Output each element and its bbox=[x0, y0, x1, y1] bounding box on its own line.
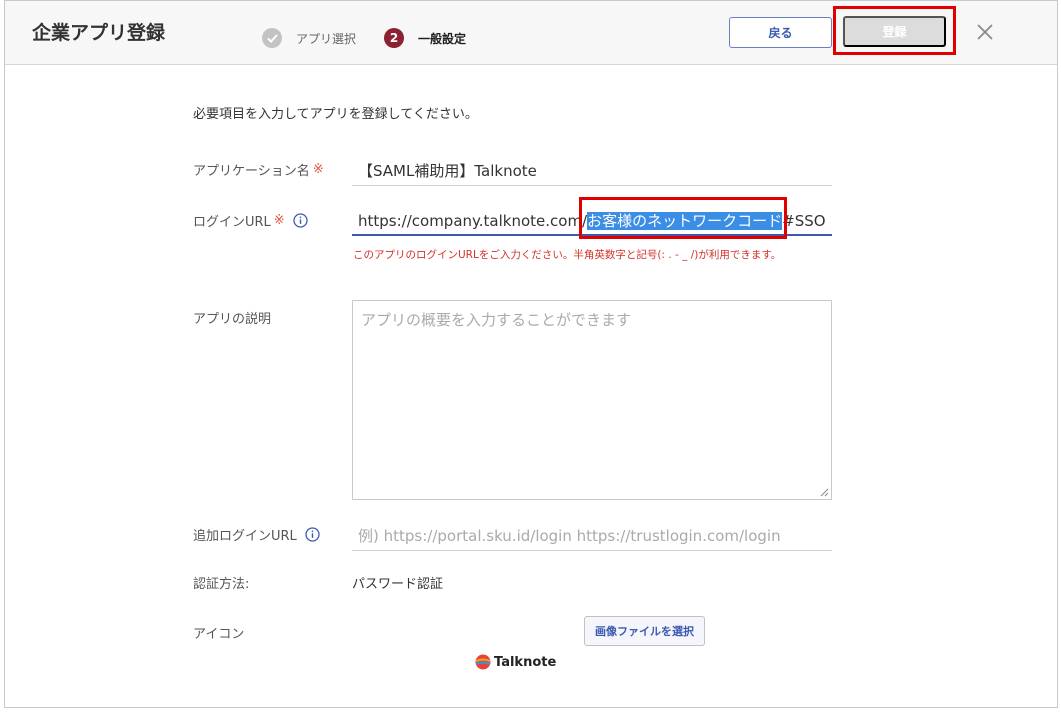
required-mark: ※ bbox=[273, 213, 285, 228]
label-text: 追加ログインURL bbox=[193, 529, 297, 544]
auth-method-value: パスワード認証 bbox=[352, 577, 444, 592]
dialog-title: 企業アプリ登録 bbox=[32, 22, 166, 44]
url-suffix: #SSO bbox=[782, 212, 826, 230]
input-placeholder: 例) https://portal.sku.id/login https://t… bbox=[358, 527, 781, 545]
input-value: 【SAML補助用】Talknote bbox=[358, 162, 537, 180]
label-text: アプリケーション名 bbox=[193, 164, 310, 179]
step-general-settings: 2 一般設定 bbox=[384, 28, 466, 48]
talknote-logo-icon bbox=[475, 654, 491, 670]
check-icon bbox=[262, 28, 282, 48]
label-text: ログインURL bbox=[193, 215, 271, 230]
url-prefix: https://company.talknote.com/ bbox=[358, 212, 588, 230]
extra-login-url-input[interactable]: 例) https://portal.sku.id/login https://t… bbox=[352, 519, 832, 551]
label-text: アイコン bbox=[193, 627, 245, 642]
step-number: 2 bbox=[384, 28, 404, 48]
textarea-placeholder: アプリの概要を入力することができます bbox=[361, 311, 632, 329]
login-url-hint: このアプリのログインURLをご入力ください。半角英数字と記号(: . - _ /… bbox=[353, 249, 782, 261]
app-name-input[interactable]: 【SAML補助用】Talknote bbox=[352, 154, 832, 186]
close-button[interactable] bbox=[972, 19, 998, 45]
label-text: アプリの説明 bbox=[193, 312, 272, 327]
app-name-label: アプリケーション名 ※ bbox=[193, 160, 324, 179]
info-icon[interactable] bbox=[305, 527, 320, 542]
login-url-label: ログインURL ※ bbox=[193, 211, 308, 230]
logo-text: Talknote bbox=[494, 654, 557, 670]
app-registration-dialog: 企業アプリ登録 アプリ選択 2 一般設定 戻る 登録 必要項目を入力してアプリを… bbox=[4, 0, 1058, 708]
step-label: アプリ選択 bbox=[296, 31, 357, 46]
intro-text: 必要項目を入力してアプリを登録してください。 bbox=[193, 107, 478, 122]
required-mark: ※ bbox=[312, 162, 324, 177]
info-icon[interactable] bbox=[293, 213, 308, 228]
talknote-logo: Talknote bbox=[475, 654, 556, 670]
select-image-file-button[interactable]: 画像ファイルを選択 bbox=[584, 616, 705, 646]
dialog-header: 企業アプリ登録 アプリ選択 2 一般設定 戻る 登録 bbox=[5, 1, 1057, 65]
close-icon bbox=[977, 24, 993, 40]
description-label: アプリの説明 bbox=[193, 308, 271, 327]
register-button[interactable]: 登録 bbox=[843, 16, 946, 47]
label-text: 認証方法: bbox=[193, 577, 250, 592]
icon-label: アイコン bbox=[193, 623, 244, 642]
step-app-select: アプリ選択 bbox=[262, 28, 356, 48]
step-label: 一般設定 bbox=[418, 31, 467, 46]
resize-handle-icon[interactable] bbox=[820, 488, 829, 497]
back-button[interactable]: 戻る bbox=[729, 17, 832, 48]
auth-method-label: 認証方法: bbox=[193, 573, 249, 592]
url-highlight-box bbox=[579, 197, 787, 239]
description-textarea[interactable]: アプリの概要を入力することができます bbox=[352, 300, 832, 500]
extra-login-url-label: 追加ログインURL bbox=[193, 525, 320, 544]
